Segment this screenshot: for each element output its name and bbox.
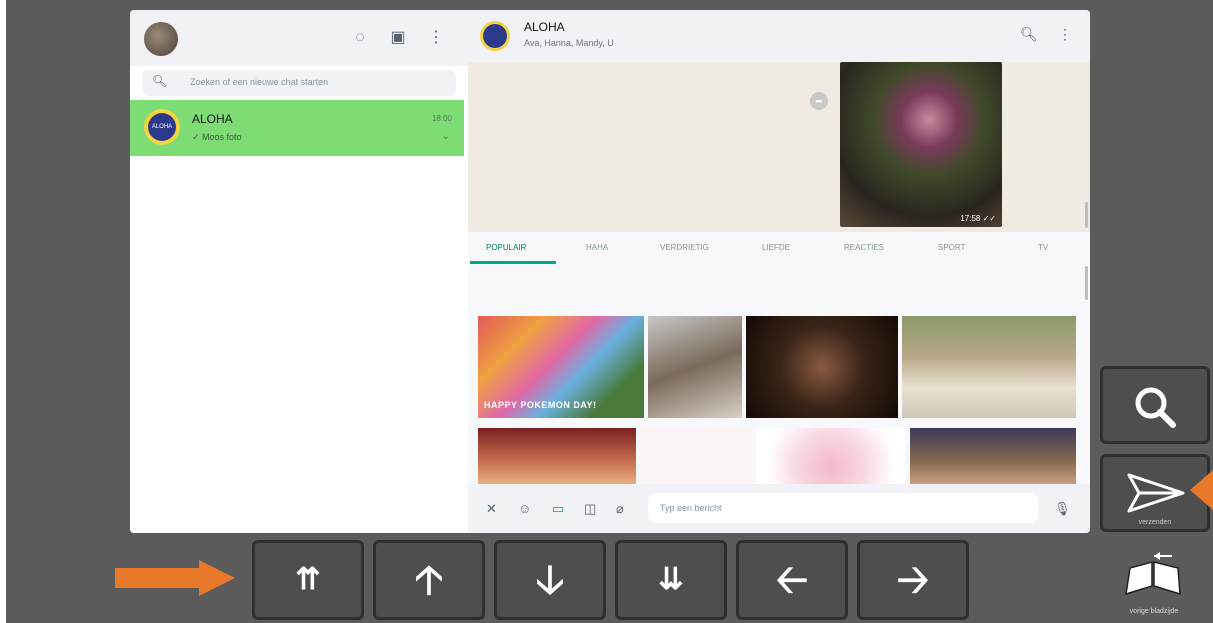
- gif-man[interactable]: [910, 428, 1076, 484]
- tab-sad[interactable]: VERDRIETIG: [660, 243, 709, 252]
- gif-cats[interactable]: [648, 316, 742, 418]
- gif-pink-bear[interactable]: [756, 428, 906, 484]
- chat-name: ALOHA: [192, 112, 233, 126]
- gif-cartoon[interactable]: [640, 428, 752, 484]
- gif-pikachu[interactable]: HAPPY POKEMON DAY!: [478, 316, 644, 418]
- arrow-up-icon: 🡡: [414, 558, 444, 602]
- status-icon[interactable]: ◌: [350, 28, 370, 48]
- conversation-header[interactable]: ALOHA Ava, Hanna, Mandy, U 🔍︎ ⋮: [468, 10, 1090, 62]
- scroll-right-button[interactable]: 🡢: [857, 540, 969, 620]
- gif-category-tabs: POPULAIR HAHA VERDRIETIG LIEFDE REACTIES…: [468, 232, 1090, 264]
- group-avatar-logo: [483, 24, 507, 48]
- chat-avatar-logo: ALOHA: [148, 113, 176, 141]
- previous-page-control[interactable]: vorige bladzijde: [1114, 550, 1194, 620]
- book-icon: [1125, 552, 1181, 596]
- scroll-down-button[interactable]: 🡣: [494, 540, 606, 620]
- page-down-button[interactable]: ⇊: [615, 540, 727, 620]
- search-input[interactable]: 🔍︎ Zoeken of een nieuwe chat starten: [142, 70, 456, 96]
- gif-crab[interactable]: [902, 316, 1076, 418]
- new-chat-icon[interactable]: ▣: [388, 28, 408, 48]
- scrollbar[interactable]: [1085, 266, 1088, 300]
- pointer-arrow-icon: [115, 560, 235, 596]
- pointer-arrow-icon: [1190, 470, 1213, 510]
- gif-caption: HAPPY POKEMON DAY!: [484, 400, 597, 410]
- message-time: 17:58 ✓✓: [960, 214, 996, 223]
- scrollbar[interactable]: [1085, 202, 1088, 228]
- close-icon[interactable]: ✕: [486, 501, 497, 517]
- double-arrow-down-icon: ⇊: [658, 563, 684, 596]
- arrow-down-icon: 🡣: [535, 558, 565, 602]
- sticker-icon[interactable]: ◫: [584, 501, 596, 517]
- send-label: verzenden: [1138, 519, 1172, 526]
- chat-list-header: ◌ ▣ ⋮: [130, 10, 468, 66]
- magnifier-icon: [1135, 387, 1176, 428]
- tab-tv[interactable]: TV: [1038, 243, 1048, 252]
- tab-love[interactable]: LIEFDE: [762, 243, 790, 252]
- gif-person[interactable]: [478, 428, 636, 484]
- gif-hug[interactable]: [746, 316, 898, 418]
- chat-list-item[interactable]: ALOHA ALOHA ✓ Moos foto 18:00 ⌄: [130, 100, 464, 156]
- message-placeholder: Typ een bericht: [660, 503, 722, 513]
- message-area: ➦ 17:58 ✓✓: [468, 62, 1090, 232]
- search-placeholder: Zoeken of een nieuwe chat starten: [190, 77, 329, 87]
- whatsapp-web-window: ◌ ▣ ⋮ 🔍︎ Zoeken of een nieuwe chat start…: [130, 10, 1090, 533]
- chevron-down-icon[interactable]: ⌄: [442, 131, 450, 142]
- group-name: ALOHA: [524, 20, 565, 34]
- search-icon[interactable]: 🔍︎: [1020, 26, 1038, 43]
- forward-icon[interactable]: ➦: [810, 92, 828, 110]
- menu-icon[interactable]: ⋮: [1058, 26, 1072, 43]
- conversation-pane: ALOHA Ava, Hanna, Mandy, U 🔍︎ ⋮ ➦ 17:58 …: [468, 10, 1090, 533]
- double-arrow-up-icon: ⇈: [295, 563, 321, 596]
- chat-avatar: ALOHA: [144, 109, 180, 145]
- microphone-icon[interactable]: 🎙︎: [1054, 501, 1071, 517]
- message-input[interactable]: Typ een bericht: [648, 493, 1038, 523]
- search-bar: 🔍︎ Zoeken of een nieuwe chat starten: [130, 66, 468, 98]
- scroll-up-button[interactable]: 🡡: [373, 540, 485, 620]
- gif-grid: HAPPY POKEMON DAY!: [468, 264, 1090, 484]
- chat-last-message: ✓ Moos foto: [192, 132, 242, 142]
- arrow-right-icon: 🡢: [896, 558, 930, 602]
- page-up-button[interactable]: ⇈: [252, 540, 364, 620]
- tab-popular[interactable]: POPULAIR: [486, 243, 526, 252]
- arrow-left-icon: 🡠: [775, 558, 809, 602]
- tab-sport[interactable]: SPORT: [938, 243, 965, 252]
- emoji-icon[interactable]: ☺: [518, 501, 531, 516]
- chat-list-pane: ◌ ▣ ⋮ 🔍︎ Zoeken of een nieuwe chat start…: [130, 10, 469, 533]
- search-icon: 🔍︎: [152, 74, 168, 88]
- gif-icon[interactable]: ▭: [552, 501, 564, 517]
- previous-page-label: vorige bladzijde: [1129, 608, 1179, 615]
- group-avatar[interactable]: [480, 21, 510, 51]
- group-members: Ava, Hanna, Mandy, U: [524, 38, 614, 48]
- scroll-left-button[interactable]: 🡠: [736, 540, 848, 620]
- tab-haha[interactable]: HAHA: [586, 243, 608, 252]
- compose-bar: ✕ ☺ ▭ ◫ ⌀ Typ een bericht 🎙︎: [468, 484, 1090, 533]
- profile-avatar[interactable]: [144, 22, 178, 56]
- chat-time: 18:00: [431, 114, 452, 123]
- image-message[interactable]: 17:58 ✓✓: [840, 62, 1002, 227]
- tab-reactions[interactable]: REACTIES: [844, 243, 884, 252]
- menu-icon[interactable]: ⋮: [426, 28, 446, 48]
- search-control-button[interactable]: [1100, 366, 1210, 444]
- attach-icon[interactable]: ⌀: [616, 501, 624, 517]
